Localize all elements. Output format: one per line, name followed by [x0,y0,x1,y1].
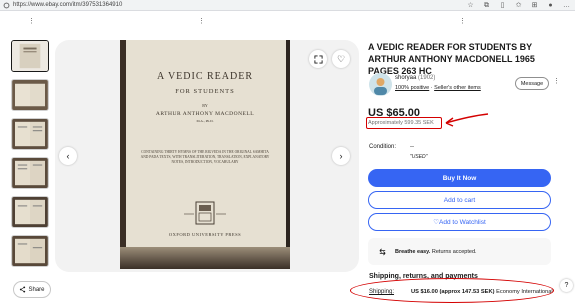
browser-toolbar-icons: ☆ ⧉ ▯ ✩ ⊞ ● … [466,1,571,10]
seller-meta: 100% positive · Seller's other items [395,85,481,91]
seller-name[interactable]: shoryaa [395,75,416,81]
buy-it-now-button[interactable]: Buy It Now [368,169,551,187]
annotation-arrow [445,113,489,127]
cover-blurb: CONTAINING THIRTY HYMNS OF THE RIGVEDA I… [140,150,270,164]
cover-by: BY [202,103,208,108]
watch-heart-button[interactable]: ♡ [332,50,350,68]
chevron-left-icon: ‹ [66,151,70,161]
book-hand-shadow [120,247,290,269]
star-icon[interactable]: ☆ [466,1,475,10]
seller-avatar[interactable] [369,73,392,96]
thumbnail-1[interactable] [11,40,49,72]
cover-title: A VEDIC READER [156,71,254,82]
condition-note: "USED" [410,154,428,160]
chevron-right-icon: › [339,151,343,161]
seller-other-items-link[interactable]: Seller's other items [434,85,481,91]
condition-label: Condition: [369,144,397,150]
expand-icon [313,54,323,64]
next-image-button[interactable]: › [332,147,350,165]
sidebar-icon[interactable]: ▯ [498,1,507,10]
share-label: Share [28,286,45,293]
thumbnail-5[interactable] [11,196,49,228]
more-dot-icon: ⋮ [28,18,35,25]
thumbnail-strip [11,40,49,274]
share-button[interactable]: Share [13,281,51,298]
returns-bold: Breathe easy. [395,248,431,255]
prev-image-button[interactable]: ‹ [59,147,77,165]
thumbnail-4[interactable] [11,157,49,189]
add-to-cart-button[interactable]: Add to cart [368,191,551,209]
address-bar[interactable]: https://www.ebay.com/itm/397531364910 [3,1,122,10]
add-to-watchlist-button[interactable]: ♡ Add to Watchlist [368,213,551,231]
more-options-icon[interactable]: ⋮ [553,77,560,85]
more-dot-icon: ⋮ [459,18,466,25]
more-dot-icon: ⋮ [198,18,205,25]
thumbnail-3[interactable] [11,118,49,150]
seller-feedback-count: (1902) [418,75,436,81]
thumbnail-6[interactable] [11,235,49,267]
cover-author-note: M.A., Ph.D. [196,119,214,123]
returns-banner: Breathe easy. Returns accepted. [368,238,551,265]
cover-author: ARTHUR ANTHONY MACDONELL [155,111,255,117]
cover-subtitle: FOR STUDENTS [175,88,235,95]
cover-publisher: OXFORD UNIVERSITY PRESS [168,232,242,237]
thumbnail-2[interactable] [11,79,49,111]
seller-name-row[interactable]: shoryaa (1902) [395,75,435,81]
annotation-box [366,117,442,129]
extensions-icon[interactable]: ⧉ [482,1,491,10]
returns-icon [379,248,386,256]
heart-icon: ♡ [336,53,346,64]
add-to-watchlist-label: Add to Watchlist [439,218,486,226]
returns-text: Returns accepted. [431,248,477,255]
annotation-ellipse [350,278,554,303]
publisher-emblem [184,201,226,225]
profile-icon[interactable]: ● [546,1,555,10]
book-cover-image[interactable]: A VEDIC READER FOR STUDENTS BY ARTHUR AN… [120,40,290,269]
more-icon[interactable]: … [562,1,571,10]
favorites-icon[interactable]: ✩ [514,1,523,10]
condition-value: -- [410,144,414,150]
message-button[interactable]: Message [515,77,549,90]
url-text[interactable]: https://www.ebay.com/itm/397531364910 [13,2,122,8]
share-icon [20,286,26,293]
help-button[interactable]: ? [560,279,573,292]
site-info-icon[interactable] [3,2,10,9]
browser-bar: https://www.ebay.com/itm/397531364910 ☆ … [0,0,575,11]
fullscreen-button[interactable] [309,50,327,68]
listing-title: A VEDIC READER FOR STUDENTS BY ARTHUR AN… [368,42,535,76]
seller-positive-link[interactable]: 100% positive [395,85,429,91]
collections-icon[interactable]: ⊞ [530,1,539,10]
